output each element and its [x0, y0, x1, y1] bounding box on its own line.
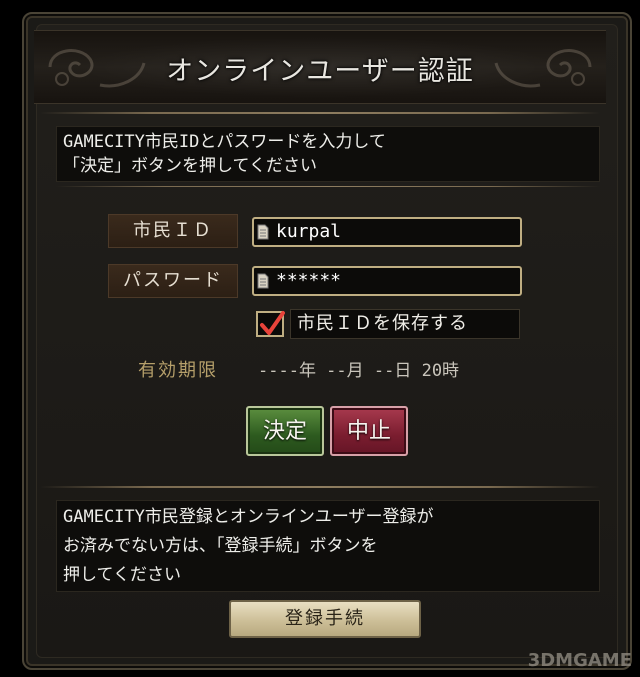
registration-message: GAMECITY市民登録とオンラインユーザー登録が お済みでない方は、「登録手続…: [56, 500, 600, 592]
save-id-label[interactable]: 市民ＩＤを保存する: [290, 309, 520, 339]
password-value: ******: [276, 270, 342, 291]
divider-top: [40, 112, 600, 114]
expiry-label: 有効期限: [138, 360, 218, 381]
id-value: kurpal: [276, 221, 342, 242]
password-label: パスワード: [108, 264, 238, 298]
expiry-value: ----年 --月 --日 20時: [258, 361, 460, 381]
ok-button[interactable]: 決定: [246, 406, 324, 456]
save-id-checkbox[interactable]: [256, 311, 285, 337]
checkmark-icon: [260, 311, 285, 335]
title-bar: オンラインユーザー認証: [34, 30, 606, 104]
instruction-text: GAMECITY市民IDとパスワードを入力して 「決定」ボタンを押してください: [56, 126, 600, 182]
divider-bottom: [40, 486, 600, 488]
divider-instruction: [56, 186, 600, 187]
scroll-ornament-icon: [494, 49, 592, 88]
id-input[interactable]: kurpal: [252, 217, 522, 247]
id-label: 市民ＩＤ: [108, 214, 238, 248]
watermark: 3DMGAME: [527, 650, 632, 671]
document-icon: [257, 273, 269, 289]
register-button[interactable]: 登録手続: [229, 600, 421, 638]
cancel-button[interactable]: 中止: [330, 406, 408, 456]
password-input[interactable]: ******: [252, 266, 522, 296]
document-icon: [257, 224, 269, 240]
